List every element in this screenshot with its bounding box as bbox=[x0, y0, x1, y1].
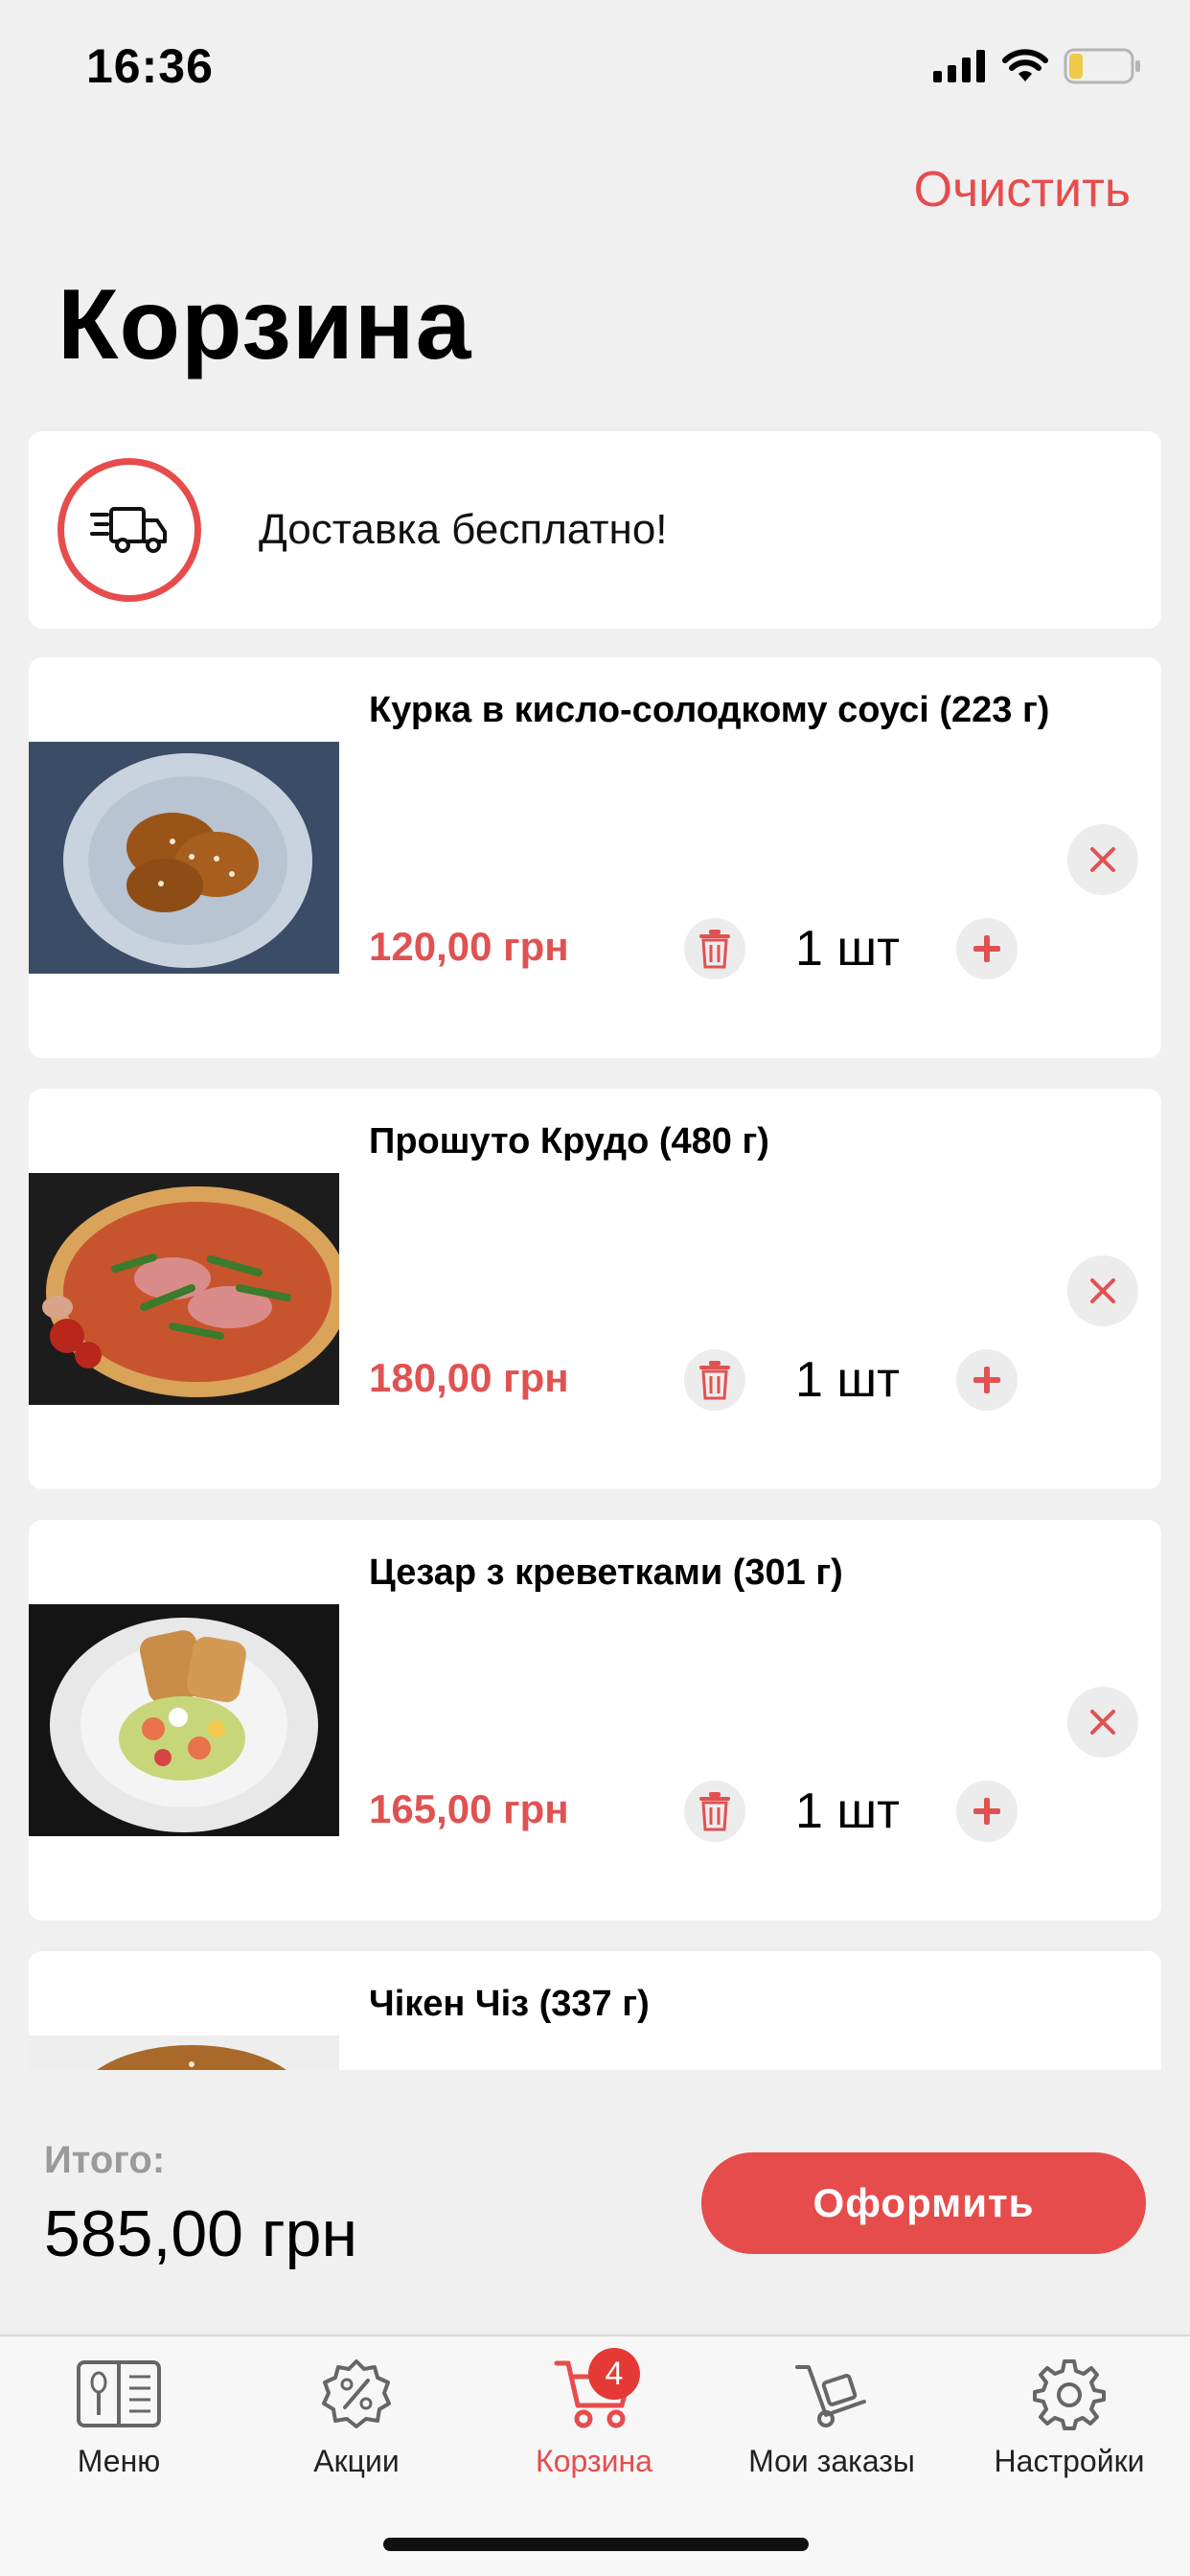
item-quantity: 1 шт bbox=[795, 921, 900, 977]
trash-icon bbox=[699, 1792, 730, 1831]
increase-quantity-button[interactable] bbox=[956, 918, 1018, 979]
decrease-quantity-button[interactable] bbox=[684, 1349, 745, 1411]
delivery-text: Доставка бесплатно! bbox=[259, 506, 668, 553]
close-icon bbox=[1090, 847, 1115, 872]
item-name: Прошуто Крудо (480 г) bbox=[369, 1121, 769, 1162]
tab-cart[interactable]: 4 Корзина bbox=[479, 2348, 709, 2499]
item-price: 180,00 грн bbox=[369, 1355, 569, 1400]
item-photo bbox=[29, 1173, 339, 1405]
tab-settings[interactable]: Настройки bbox=[954, 2356, 1184, 2499]
plus-icon bbox=[973, 1798, 1000, 1825]
increase-quantity-button[interactable] bbox=[956, 1781, 1018, 1842]
item-name: Чікен Чіз (337 г) bbox=[369, 1984, 650, 2024]
hand-truck-icon bbox=[795, 2365, 866, 2427]
item-photo bbox=[29, 2036, 339, 2070]
cart-item: Цезар з креветками (301 г) 165,00 грн 1 … bbox=[29, 1520, 1161, 1920]
delivery-icon-circle bbox=[57, 458, 201, 602]
cart-item: Прошуто Крудо (480 г) 180,00 грн 1 шт bbox=[29, 1089, 1161, 1489]
home-indicator bbox=[383, 2538, 809, 2551]
item-quantity: 1 шт bbox=[795, 1352, 900, 1408]
item-name: Курка в кисло-солодкому соусі (223 г) bbox=[369, 690, 1050, 730]
cart-item: Чікен Чіз (337 г) bbox=[29, 1951, 1161, 2070]
tab-promotions[interactable]: Акции bbox=[241, 2356, 471, 2499]
checkout-button[interactable]: Оформить bbox=[701, 2152, 1146, 2254]
tab-menu[interactable]: Меню bbox=[4, 2356, 234, 2499]
menu-book-icon bbox=[77, 2360, 161, 2427]
total-value: 585,00 грн bbox=[44, 2197, 358, 2270]
tab-label: Мои заказы bbox=[748, 2444, 915, 2478]
signal-icon bbox=[933, 50, 985, 82]
tab-my-orders[interactable]: Мои заказы bbox=[717, 2356, 947, 2499]
decrease-quantity-button[interactable] bbox=[684, 918, 745, 979]
plus-icon bbox=[973, 1367, 1000, 1393]
tab-label: Настройки bbox=[994, 2444, 1145, 2478]
decrease-quantity-button[interactable] bbox=[684, 1781, 745, 1842]
cart-item: Курка в кисло-солодкому соусі (223 г) 12… bbox=[29, 657, 1161, 1058]
tab-label: Меню bbox=[77, 2444, 161, 2478]
item-price: 120,00 грн bbox=[369, 924, 569, 969]
battery-icon bbox=[1064, 48, 1140, 84]
delivery-banner: Доставка бесплатно! bbox=[29, 431, 1161, 629]
trash-icon bbox=[699, 1361, 730, 1400]
page-title: Корзина bbox=[57, 269, 472, 380]
status-bar: 16:36 bbox=[0, 0, 1190, 134]
increase-quantity-button[interactable] bbox=[956, 1349, 1018, 1411]
item-name: Цезар з креветками (301 г) bbox=[369, 1552, 843, 1593]
remove-item-button[interactable] bbox=[1067, 1255, 1138, 1326]
tab-label: Корзина bbox=[536, 2444, 652, 2478]
item-quantity: 1 шт bbox=[795, 1783, 900, 1839]
wifi-icon bbox=[1002, 49, 1048, 81]
close-icon bbox=[1090, 1710, 1115, 1735]
tab-label: Акции bbox=[313, 2444, 400, 2478]
cart-count-badge: 4 bbox=[588, 2348, 640, 2400]
item-price: 165,00 грн bbox=[369, 1786, 569, 1831]
close-icon bbox=[1090, 1278, 1115, 1303]
clear-cart-button[interactable]: Очистить bbox=[914, 161, 1131, 218]
remove-item-button[interactable] bbox=[1067, 824, 1138, 895]
truck-icon bbox=[90, 507, 167, 553]
status-icons bbox=[933, 48, 1142, 84]
total-label: Итого: bbox=[44, 2139, 166, 2181]
item-photo bbox=[29, 1604, 339, 1836]
remove-item-button[interactable] bbox=[1067, 1687, 1138, 1758]
gear-icon bbox=[1033, 2359, 1106, 2430]
item-photo bbox=[29, 742, 339, 974]
discount-icon bbox=[322, 2359, 391, 2428]
status-time: 16:36 bbox=[86, 39, 214, 93]
cart-list[interactable]: Курка в кисло-солодкому соусі (223 г) 12… bbox=[0, 657, 1190, 2070]
trash-icon bbox=[699, 930, 730, 969]
plus-icon bbox=[973, 935, 1000, 962]
